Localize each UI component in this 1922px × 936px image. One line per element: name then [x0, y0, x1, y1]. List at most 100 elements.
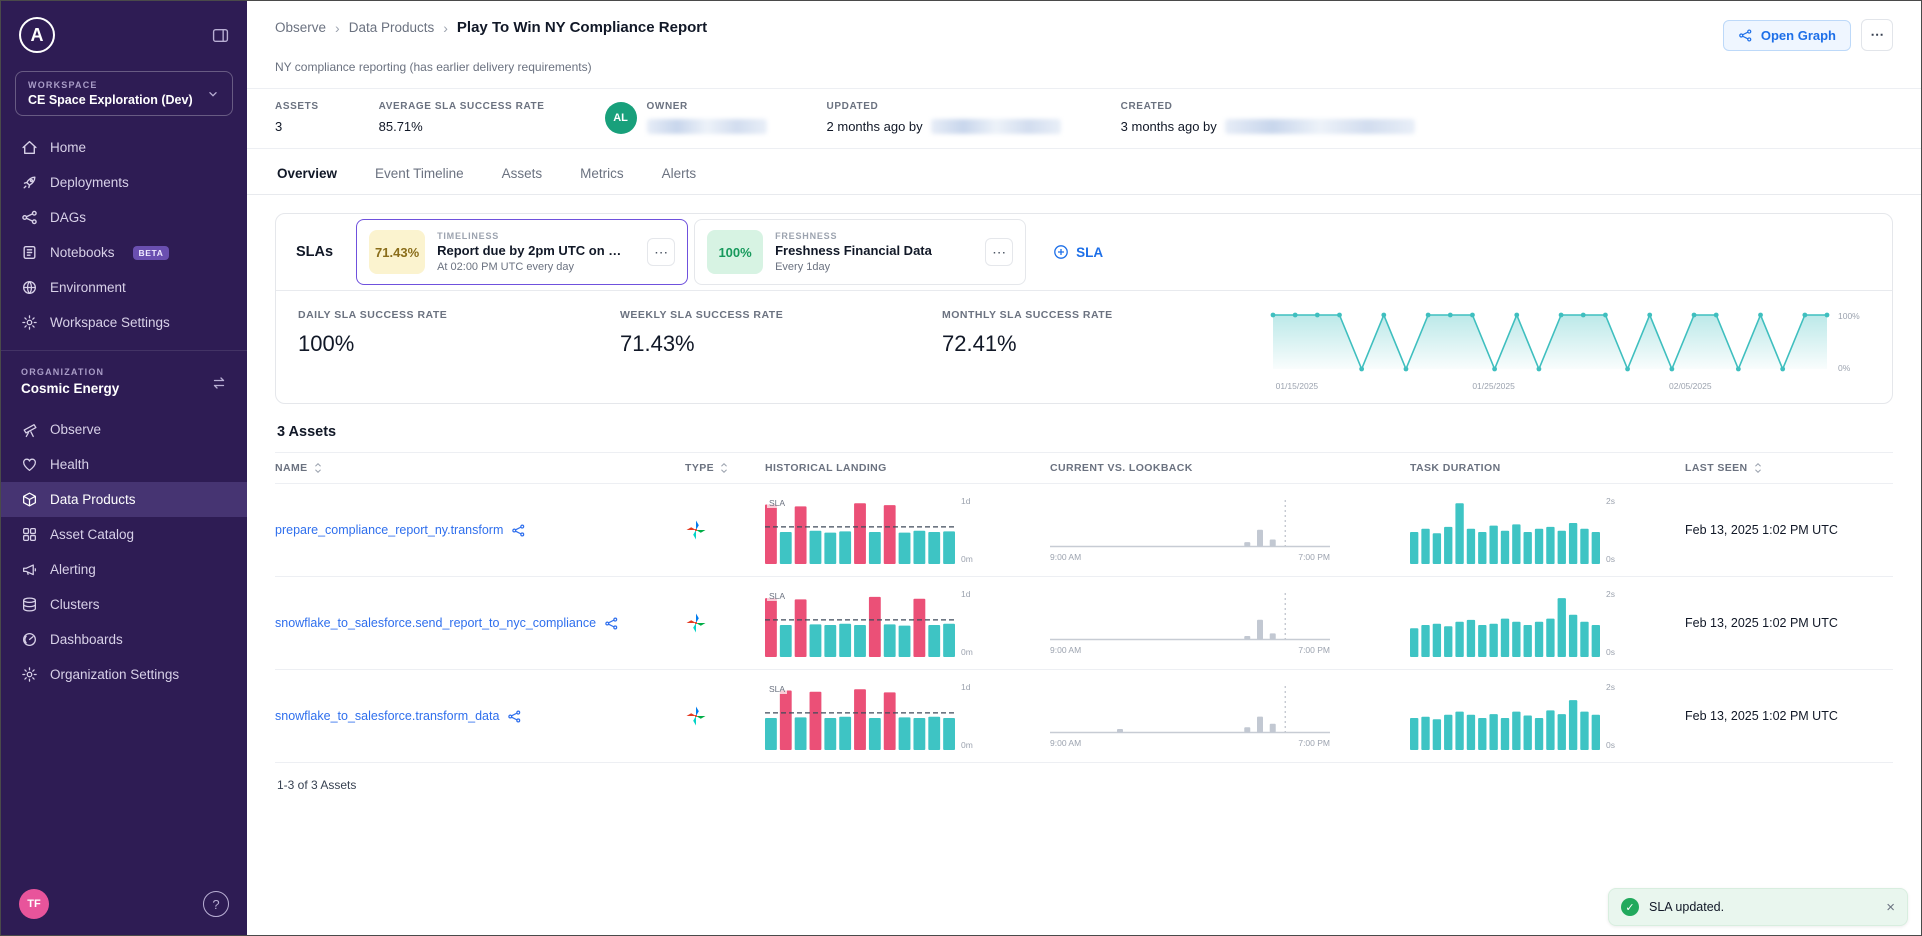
sidebar-item-dashboards[interactable]: Dashboards	[1, 622, 247, 657]
historical-landing-chart	[765, 682, 955, 750]
sidebar-item-observe[interactable]: Observe	[1, 412, 247, 447]
sidebar-item-notebooks[interactable]: Notebooks BETA	[1, 235, 247, 270]
asset-link[interactable]: snowflake_to_salesforce.send_report_to_n…	[275, 616, 685, 631]
sidebar-item-health[interactable]: Health	[1, 447, 247, 482]
tab-metrics[interactable]: Metrics	[578, 153, 626, 194]
workspace-switcher[interactable]: WORKSPACE CE Space Exploration (Dev)	[15, 71, 233, 116]
organization-nav: Observe Health Data Products Asset Catal…	[1, 412, 247, 692]
assets-section-title: 3 Assets	[277, 424, 1891, 440]
tab-alerts[interactable]: Alerts	[660, 153, 699, 194]
lineage-icon[interactable]	[507, 709, 522, 724]
dag-icon	[21, 209, 38, 226]
toast-message: SLA updated.	[1649, 900, 1724, 914]
sidebar-item-label: Organization Settings	[50, 667, 179, 682]
stat-created: CREATED 3 months ago by	[1121, 101, 1415, 134]
column-header-historical-landing: HISTORICAL LANDING	[765, 462, 1050, 474]
toast-close-icon[interactable]: ×	[1886, 899, 1895, 916]
gear-icon	[21, 314, 38, 331]
sidebar-item-data-products[interactable]: Data Products	[1, 482, 247, 517]
rate-label: WEEKLY SLA SUCCESS RATE	[620, 309, 942, 321]
stat-label: UPDATED	[827, 101, 1061, 112]
workspace-nav: Home Deployments DAGs Notebooks BETA Env…	[1, 130, 247, 340]
stat-updated: UPDATED 2 months ago by	[827, 101, 1061, 134]
home-icon	[21, 139, 38, 156]
asset-link[interactable]: snowflake_to_salesforce.transform_data	[275, 709, 685, 724]
beta-badge: BETA	[133, 246, 170, 260]
rate-label: DAILY SLA SUCCESS RATE	[298, 309, 620, 321]
sidebar-collapse-icon[interactable]	[212, 27, 229, 44]
breadcrumb-data-products[interactable]: Data Products	[349, 20, 435, 35]
page-more-button[interactable]: ⋯	[1861, 19, 1893, 51]
stat-assets: ASSETS 3	[275, 101, 319, 134]
sidebar-item-label: Clusters	[50, 597, 100, 612]
sidebar-item-alerting[interactable]: Alerting	[1, 552, 247, 587]
sidebar-item-workspace-settings[interactable]: Workspace Settings	[1, 305, 247, 340]
time-start-label: 9:00 AM	[1050, 552, 1081, 562]
sort-icon	[719, 462, 729, 474]
sidebar-item-label: Data Products	[50, 492, 136, 507]
toast-notification: ✓ SLA updated. ×	[1608, 888, 1908, 926]
table-pagination-summary: 1-3 of 3 Assets	[275, 763, 1893, 807]
success-check-icon: ✓	[1621, 898, 1639, 916]
heart-icon	[21, 456, 38, 473]
sla-trend-chart: 01/15/2025 01/25/2025 02/05/2025 100% 0%	[1270, 309, 1870, 391]
sla-card-more-button[interactable]: ⋯	[985, 238, 1013, 266]
historical-landing-chart	[765, 589, 955, 657]
axis-min-label: 0s	[1606, 740, 1615, 750]
sla-card-freshness[interactable]: 100% FRESHNESS Freshness Financial Data …	[694, 219, 1026, 285]
stat-value: 3	[275, 119, 319, 134]
sidebar: A WORKSPACE CE Space Exploration (Dev) H…	[1, 1, 247, 935]
tab-overview[interactable]: Overview	[275, 153, 339, 194]
sla-card-timeliness[interactable]: 71.43% TIMELINESS Report due by 2pm UTC …	[356, 219, 688, 285]
sidebar-item-home[interactable]: Home	[1, 130, 247, 165]
historical-landing-chart	[765, 496, 955, 564]
sidebar-item-environment[interactable]: Environment	[1, 270, 247, 305]
stat-label: AVERAGE SLA SUCCESS RATE	[379, 101, 545, 112]
created-by-redacted	[1225, 119, 1415, 134]
user-avatar[interactable]: TF	[19, 889, 49, 919]
sidebar-item-asset-catalog[interactable]: Asset Catalog	[1, 517, 247, 552]
assets-table: NAME TYPE HISTORICAL LANDING CURRENT VS.…	[275, 452, 1893, 763]
breadcrumb-separator-icon: ›	[335, 20, 340, 36]
airflow-pinwheel-icon	[685, 612, 765, 634]
sla-rates-row: DAILY SLA SUCCESS RATE 100% WEEKLY SLA S…	[276, 291, 1892, 403]
sidebar-item-dags[interactable]: DAGs	[1, 200, 247, 235]
axis-max-label: 2s	[1606, 589, 1615, 599]
column-header-name[interactable]: NAME	[275, 462, 685, 474]
sidebar-item-deployments[interactable]: Deployments	[1, 165, 247, 200]
sla-schedule: At 02:00 PM UTC every day	[437, 261, 627, 273]
task-duration-chart	[1410, 589, 1600, 657]
switch-organization-icon[interactable]	[211, 375, 227, 391]
brand-logo[interactable]: A	[19, 17, 55, 53]
gear-icon	[21, 666, 38, 683]
stat-owner: AL OWNER	[605, 101, 767, 134]
breadcrumb-observe[interactable]: Observe	[275, 20, 326, 35]
sidebar-item-organization-settings[interactable]: Organization Settings	[1, 657, 247, 692]
lineage-icon[interactable]	[604, 616, 619, 631]
lookback-chart	[1050, 684, 1330, 734]
add-sla-button[interactable]: SLA	[1029, 214, 1127, 290]
tab-bar: Overview Event Timeline Assets Metrics A…	[247, 153, 1921, 195]
last-seen-value: Feb 13, 2025 1:02 PM UTC	[1685, 616, 1893, 630]
environment-icon	[21, 279, 38, 296]
sla-card-more-button[interactable]: ⋯	[647, 238, 675, 266]
asset-link[interactable]: prepare_compliance_report_ny.transform	[275, 523, 685, 538]
sla-kind: FRESHNESS	[775, 231, 932, 241]
main-content: Observe › Data Products › Play To Win NY…	[247, 1, 1921, 935]
trend-x-label: 02/05/2025	[1669, 381, 1712, 391]
lineage-icon[interactable]	[511, 523, 526, 538]
column-header-last-seen[interactable]: LAST SEEN	[1685, 462, 1893, 474]
app-window: A WORKSPACE CE Space Exploration (Dev) H…	[0, 0, 1922, 936]
sidebar-item-label: Notebooks	[50, 245, 115, 260]
column-header-type[interactable]: TYPE	[685, 462, 765, 474]
lookback-cell: 9:00 AM 7:00 PM	[1050, 591, 1410, 655]
sla-name: Report due by 2pm UTC on week...	[437, 243, 627, 258]
sidebar-item-clusters[interactable]: Clusters	[1, 587, 247, 622]
help-icon[interactable]: ?	[203, 891, 229, 917]
open-graph-button[interactable]: Open Graph	[1723, 20, 1851, 51]
tab-event-timeline[interactable]: Event Timeline	[373, 153, 466, 194]
sla-percent-badge: 71.43%	[369, 230, 425, 274]
tab-assets[interactable]: Assets	[500, 153, 545, 194]
plus-circle-icon	[1053, 244, 1069, 260]
sidebar-item-label: Alerting	[50, 562, 96, 577]
